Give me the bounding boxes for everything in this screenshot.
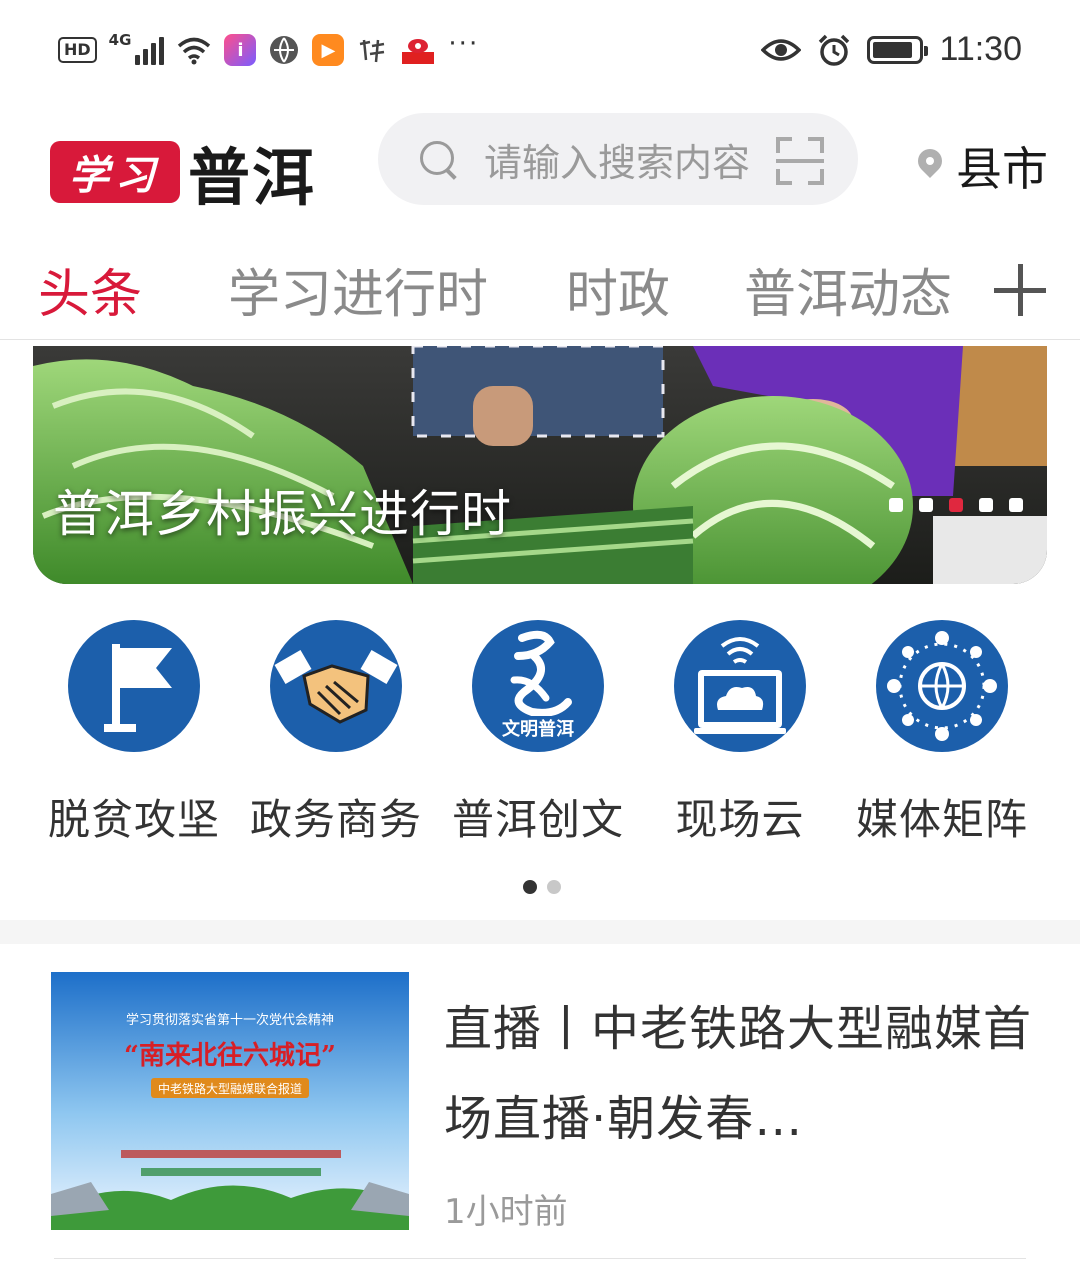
banner-dot xyxy=(1009,498,1023,512)
wifi-icon xyxy=(178,37,211,65)
more-notifications: ··· xyxy=(448,29,480,59)
banner-indicator xyxy=(889,498,1023,512)
quick-label: 政务商务 xyxy=(249,795,422,844)
news-list-item[interactable]: 学习贯彻落实省第十一次党代会精神 “南来北往六城记” 中老铁路大型融媒联合报道 … xyxy=(0,944,1080,1270)
tab-headlines[interactable]: 头条 xyxy=(38,252,142,327)
thumb-line1: 学习贯彻落实省第十一次党代会精神 xyxy=(126,1012,334,1028)
network-type: 4G xyxy=(108,31,132,49)
quick-item-civilization[interactable]: 文明普洱 普洱创文 xyxy=(438,620,638,847)
status-bar: HD 4G i ▶ ··· 11:30 xyxy=(0,0,1080,105)
channel-tabs: 头条 学习进行时 时政 普洱动态 xyxy=(0,240,1080,340)
quick-item-government[interactable]: 政务商务 xyxy=(236,620,436,847)
quick-menu-pager xyxy=(523,880,561,894)
flag-icon xyxy=(68,620,200,752)
handshake-icon xyxy=(270,620,402,752)
app-logo: 学习 普洱 xyxy=(50,127,316,217)
logo-text: 普洱 xyxy=(188,141,317,214)
browser-notification-icon xyxy=(270,36,299,64)
sina-app-icon xyxy=(402,39,435,64)
banner-caption: 普洱乡村振兴进行时 xyxy=(53,485,512,543)
banner-dot xyxy=(919,498,933,512)
banner-carousel[interactable]: 普洱乡村振兴进行时 xyxy=(33,346,1047,584)
wenming-badge: 文明普洱 xyxy=(502,718,574,740)
search-icon xyxy=(418,139,458,179)
signal-icon xyxy=(135,35,165,65)
wenming-icon: 文明普洱 xyxy=(472,620,604,752)
logo-badge: 学习 xyxy=(50,141,180,203)
cloud-monitor-icon xyxy=(674,620,806,752)
alarm-icon xyxy=(819,34,850,66)
status-left: HD 4G i ▶ ··· xyxy=(58,29,479,66)
banner-dot xyxy=(889,498,903,512)
eye-icon xyxy=(761,38,802,61)
news-divider xyxy=(54,1258,1026,1259)
search-bar[interactable]: 请输入搜索内容 xyxy=(378,113,858,205)
tab-puer-news[interactable]: 普洱动态 xyxy=(744,252,952,327)
quick-label: 脱贫攻坚 xyxy=(47,795,220,844)
clock: 11:30 xyxy=(939,30,1022,68)
hd-badge: HD xyxy=(58,37,97,63)
thumb-line2: “南来北往六城记” xyxy=(124,1040,336,1071)
quick-item-poverty[interactable]: 脱贫攻坚 xyxy=(34,620,234,847)
add-channel-icon[interactable] xyxy=(994,264,1046,316)
tab-politics[interactable]: 时政 xyxy=(566,252,670,327)
app-header: 学习 普洱 请输入搜索内容 县市 xyxy=(0,105,1080,220)
thumb-line3: 中老铁路大型融媒联合报道 xyxy=(158,1081,302,1096)
globe-network-icon xyxy=(876,620,1008,752)
quick-label: 媒体矩阵 xyxy=(855,795,1028,844)
battery-icon xyxy=(867,35,929,64)
quick-item-live-cloud[interactable]: 现场云 xyxy=(640,620,840,847)
news-thumbnail: 学习贯彻落实省第十一次党代会精神 “南来北往六城记” 中老铁路大型融媒联合报道 xyxy=(51,972,409,1230)
banner-image xyxy=(33,346,1047,584)
banner-dot xyxy=(979,498,993,512)
quick-label: 普洱创文 xyxy=(451,795,624,844)
pager-dot-active xyxy=(523,880,537,894)
banner-dot-active xyxy=(949,498,963,512)
location-pin-icon xyxy=(918,149,942,183)
region-selector[interactable]: 县市 xyxy=(918,133,1048,199)
video-app-icon: ▶ xyxy=(312,34,345,66)
scan-icon[interactable] xyxy=(776,137,824,185)
region-label: 县市 xyxy=(956,142,1048,196)
section-divider xyxy=(0,920,1080,944)
news-title[interactable]: 直播丨中老铁路大型融媒首场直播·朝发春… xyxy=(444,984,1034,1164)
status-right: 11:30 xyxy=(761,30,1022,69)
pager-dot xyxy=(547,880,561,894)
search-placeholder: 请输入搜索内容 xyxy=(484,140,751,185)
quick-item-media[interactable]: 媒体矩阵 xyxy=(842,620,1042,847)
app-notification-icon: i xyxy=(224,34,257,66)
tab-study[interactable]: 学习进行时 xyxy=(228,252,488,327)
xuexi-app-icon xyxy=(360,39,385,63)
quick-label: 现场云 xyxy=(675,795,805,844)
quick-menu: 脱贫攻坚 政务商务 文明普洱 普洱创文 现场云 媒体矩阵 xyxy=(0,620,1080,900)
news-timestamp: 1小时前 xyxy=(444,1192,568,1232)
